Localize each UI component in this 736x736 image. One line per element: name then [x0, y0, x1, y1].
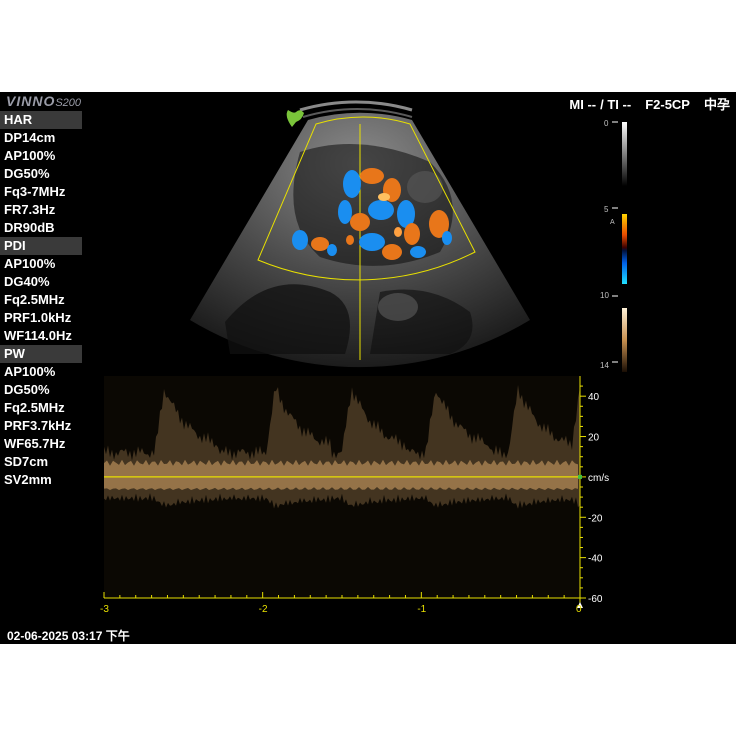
param-item: FR7.3Hz: [4, 202, 56, 217]
top-status-bar: MI -- / TI -- F2-5CP 中孕: [555, 94, 730, 113]
param-item: DG50%: [4, 382, 50, 397]
param-item: PRF3.7kHz: [4, 418, 72, 433]
param-item: PDI: [0, 237, 82, 255]
param-item: Fq2.5MHz: [4, 400, 65, 415]
param-item: WF114.0Hz: [4, 328, 72, 343]
parameter-panel: HAR DP14cm AP100% DG50% Fq3-7MHz FR7.3Hz…: [0, 111, 84, 489]
param-item: HAR: [0, 111, 82, 129]
probe-name: F2-5CP: [645, 97, 690, 112]
pw-spectrum: 40 20 -20 -40 -60 cm/s -3 -2 -1 0: [100, 376, 609, 615]
param-item: AP100%: [4, 364, 56, 379]
time-tick-label: -3: [100, 604, 109, 615]
exam-preset: 中孕: [703, 97, 730, 112]
ti-readout: / TI --: [600, 97, 632, 112]
param-item: DG40%: [4, 274, 50, 289]
velocity-tick-label: 40: [588, 392, 600, 403]
velocity-tick-label: 20: [588, 433, 600, 444]
param-item: PRF1.0kHz: [4, 310, 72, 325]
time-tick-label: 0: [576, 604, 582, 615]
param-item: WF65.7Hz: [4, 436, 66, 451]
velocity-tick-label: -60: [588, 594, 603, 605]
param-item: AP100%: [4, 256, 56, 271]
velocity-tick-label: -20: [588, 513, 603, 524]
baseline-marker: [578, 474, 582, 479]
ultrasound-screen: 0 5 A 10 14 40 20 -20 -40 -60 cm/s -3 -2 -1 0 VIN…: [0, 92, 736, 644]
velocity-tick-label: -40: [588, 554, 603, 565]
time-tick-label: -1: [417, 604, 426, 615]
param-item: DR90dB: [4, 220, 55, 235]
param-item: DG50%: [4, 166, 50, 181]
brand-name: VINNO: [6, 93, 56, 109]
date-time: 02-06-2025 03:17 下午: [7, 629, 130, 643]
spectral-core-band: [104, 459, 578, 490]
param-item: SV2mm: [4, 472, 52, 487]
param-item: PW: [0, 345, 82, 363]
velocity-unit-label: cm/s: [588, 473, 609, 484]
param-item: Fq2.5MHz: [4, 292, 65, 307]
param-item: SD7cm: [4, 454, 49, 469]
time-tick-label: -2: [259, 604, 268, 615]
param-item: Fq3-7MHz: [4, 184, 66, 199]
param-item: AP100%: [4, 148, 56, 163]
brand-logo: VINNOS200: [6, 93, 81, 109]
brand-model: S200: [55, 97, 82, 109]
param-item: DP14cm: [4, 130, 56, 145]
mi-readout: MI --: [569, 97, 597, 112]
